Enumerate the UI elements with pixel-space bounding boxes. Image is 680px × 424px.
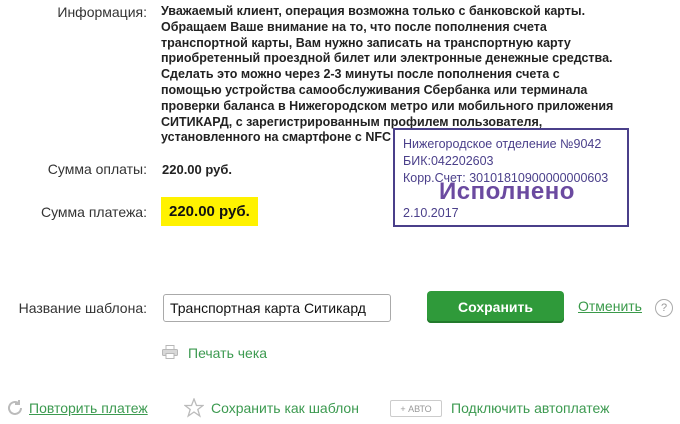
auto-badge-icon: + АВТО — [390, 400, 442, 417]
save-as-template-link[interactable]: Сохранить как шаблон — [211, 400, 359, 416]
stamp-bik: БИК:042202603 — [403, 154, 494, 168]
star-icon — [184, 398, 204, 418]
template-name-label: Название шаблона: — [18, 300, 147, 316]
payment-amount-value: 220.00 руб. — [162, 162, 233, 177]
help-icon[interactable]: ? — [655, 299, 673, 317]
repeat-payment-link[interactable]: Повторить платеж — [29, 400, 148, 416]
info-label: Информация: — [57, 4, 147, 20]
printer-icon — [162, 345, 178, 359]
bank-stamp: Нижегородское отделение №9042 БИК:042202… — [393, 128, 629, 227]
stamp-branch: Нижегородское отделение №9042 — [403, 137, 602, 151]
repeat-icon — [8, 400, 22, 415]
info-text: Уважаемый клиент, операция возможна толь… — [161, 4, 614, 145]
save-button[interactable]: Сохранить — [427, 291, 564, 323]
stamp-date: 2.10.2017 — [403, 206, 459, 220]
cancel-link[interactable]: Отменить — [578, 298, 642, 314]
print-receipt-link[interactable]: Печать чека — [188, 345, 267, 361]
autopay-link[interactable]: Подключить автоплатеж — [451, 400, 610, 416]
template-name-input[interactable] — [163, 294, 391, 322]
total-amount-value: 220.00 руб. — [161, 197, 258, 226]
stamp-status: Исполнено — [439, 178, 575, 205]
total-amount-label: Сумма платежа: — [40, 204, 147, 220]
payment-amount-label: Сумма оплаты: — [47, 161, 147, 177]
